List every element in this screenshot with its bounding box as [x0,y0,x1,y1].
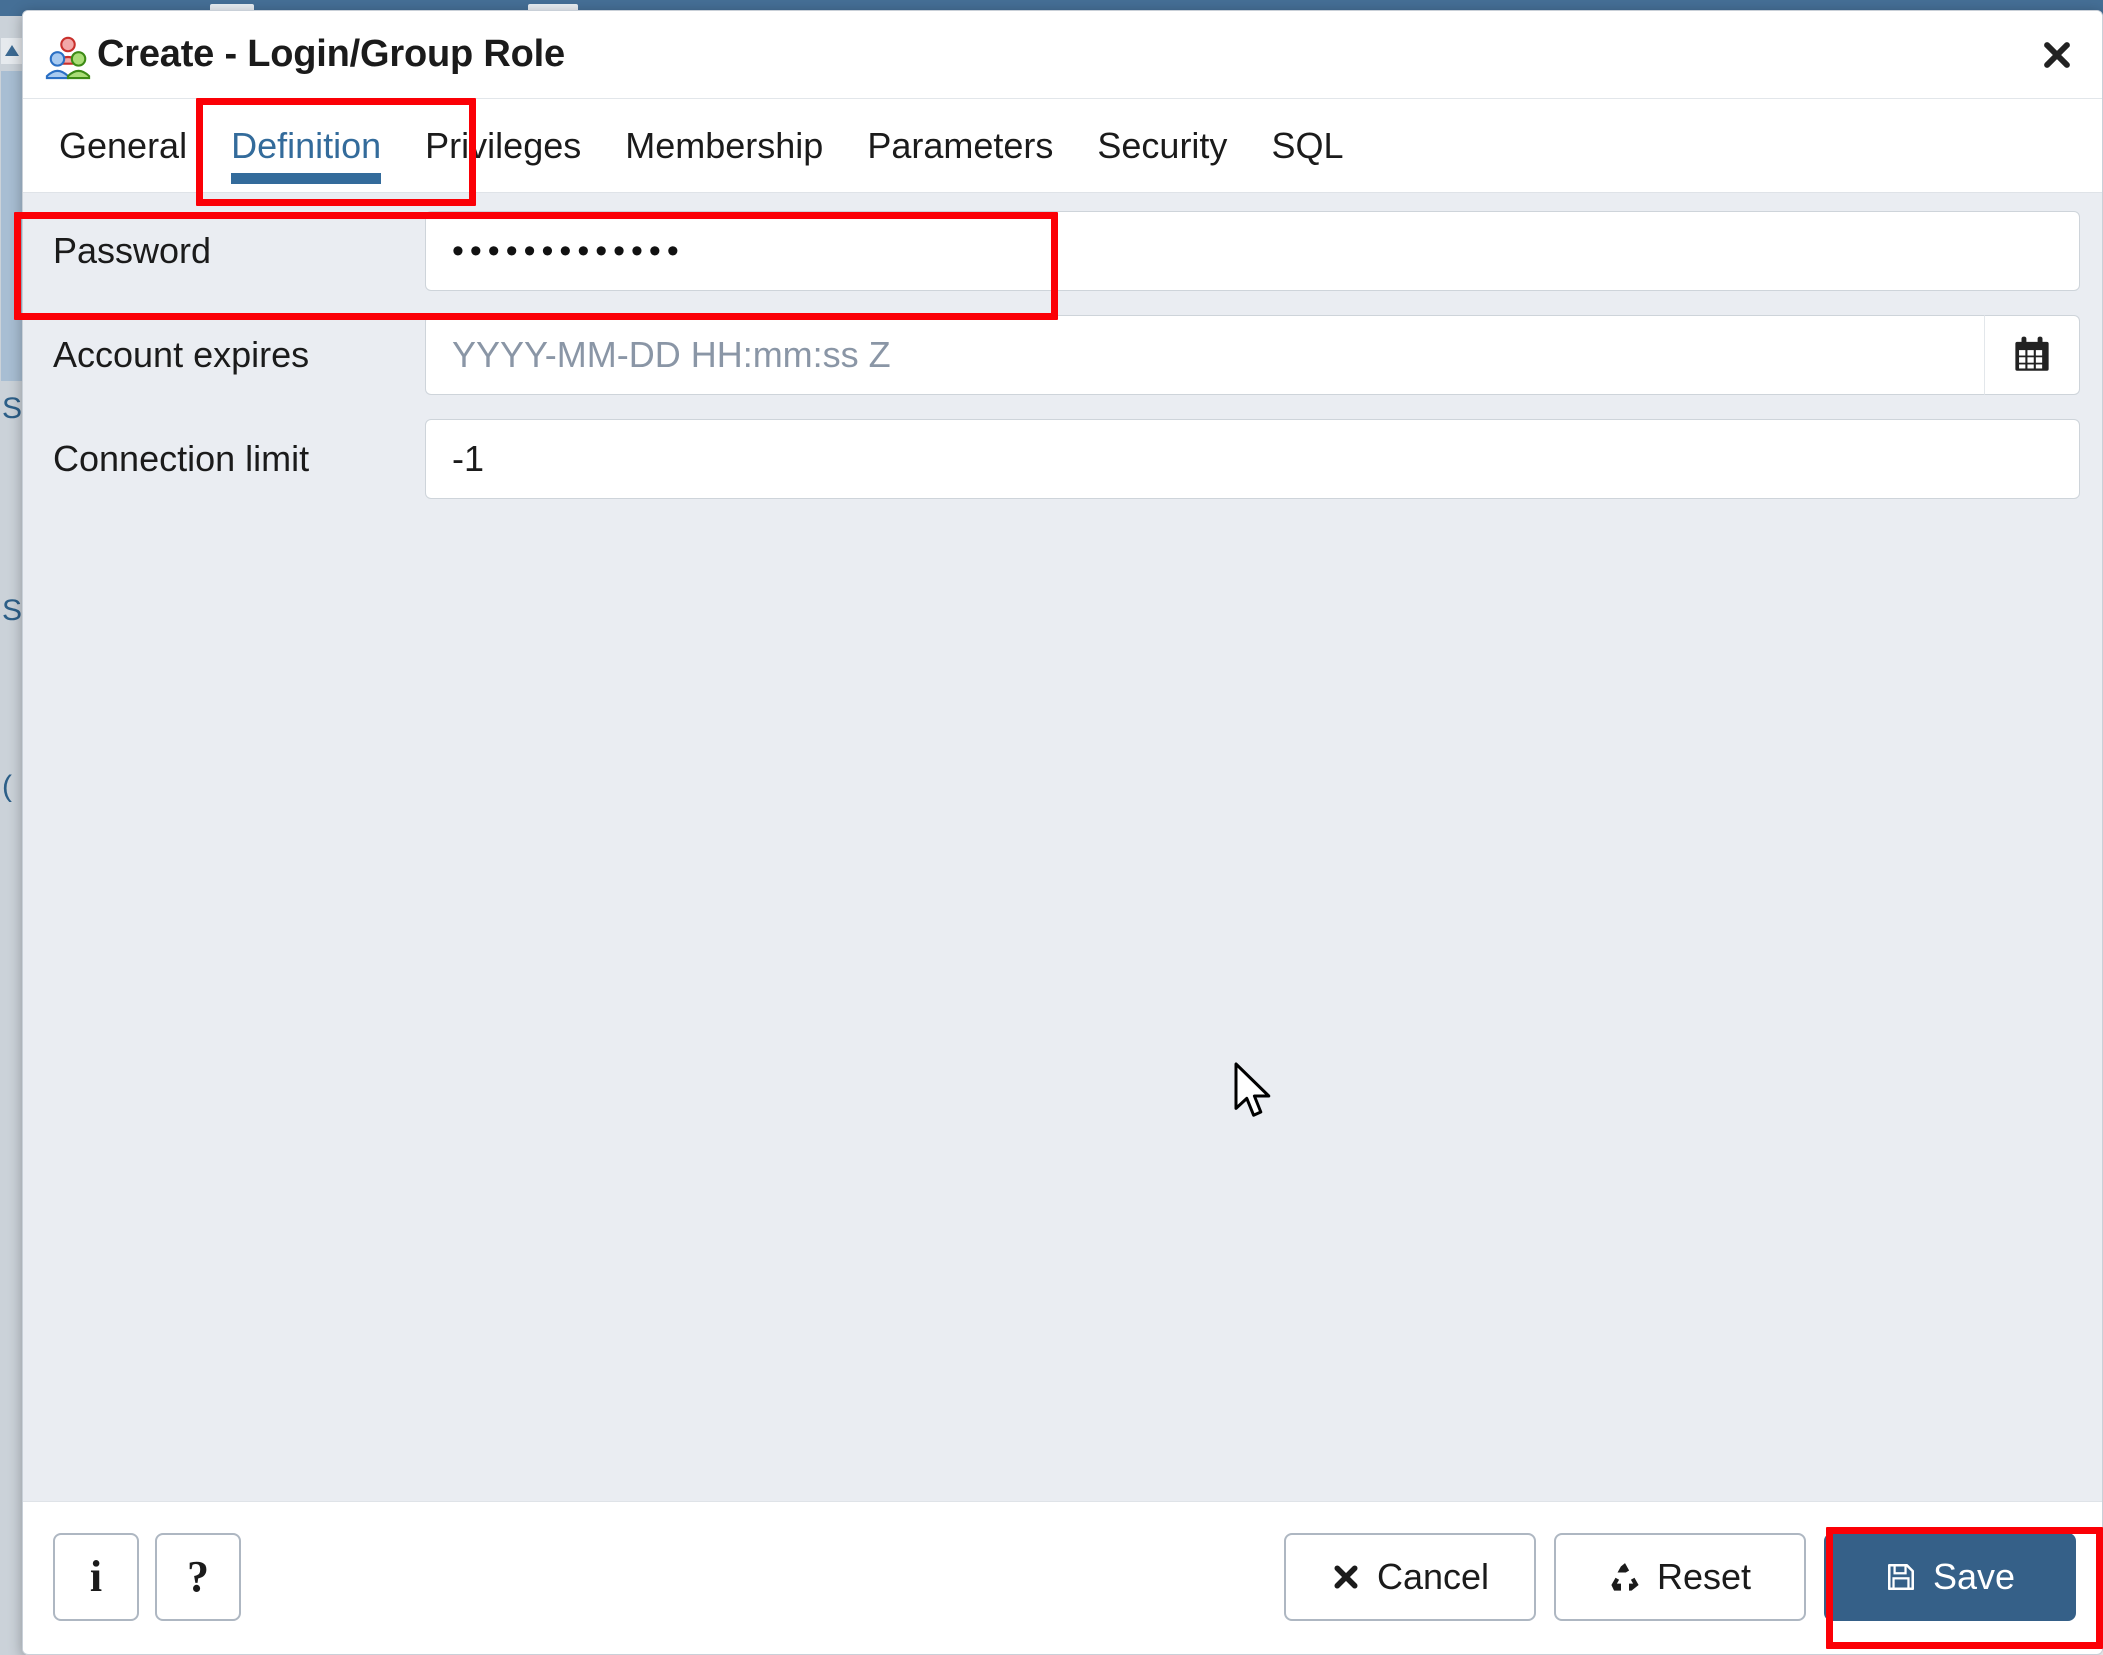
recycle-icon [1609,1561,1641,1593]
close-icon[interactable] [2034,32,2080,78]
cancel-button-label: Cancel [1376,1555,1490,1597]
calendar-icon[interactable] [1984,315,2080,395]
password-row: Password ••••••••••••• [23,203,2102,299]
tab-privileges[interactable]: Privileges [403,99,603,192]
login-group-role-icon [45,34,91,80]
tree-node-label: S [2,594,22,627]
account-expires-field-wrap [425,315,2102,395]
tab-membership[interactable]: Membership [603,99,845,192]
tree-node-label: ( [2,770,12,803]
tab-general[interactable]: General [51,99,209,192]
tab-security[interactable]: Security [1075,99,1249,192]
password-input[interactable]: ••••••••••••• [425,211,2080,291]
tab-definition[interactable]: Definition [209,99,403,192]
connection-limit-label: Connection limit [53,438,310,479]
account-expires-label: Account expires [53,334,310,375]
tree-node-label: S [2,392,22,425]
connection-limit-input[interactable] [425,419,2080,499]
scrollbar-thumb[interactable] [1,71,23,381]
password-label: Password [53,230,212,271]
reset-button[interactable]: Reset [1554,1532,1806,1621]
create-login-group-role-dialog: Create - Login/Group Role General Defini… [22,10,2103,1655]
tab-parameters[interactable]: Parameters [845,99,1075,192]
info-button[interactable]: i [53,1532,139,1621]
dialog-tabs: General Definition Privileges Membership… [23,99,2102,193]
reset-button-label: Reset [1656,1555,1752,1597]
password-field-wrap: ••••••••••••• [425,211,2102,291]
save-button-label: Save [1932,1555,2016,1597]
floppy-disk-icon [1885,1561,1917,1593]
dialog-title-bar: Create - Login/Group Role [23,11,2102,99]
connection-limit-field-wrap [425,419,2102,499]
x-icon [1331,1562,1361,1592]
scroll-up-arrow-icon[interactable] [1,38,23,64]
cancel-button[interactable]: Cancel [1284,1532,1536,1621]
account-expires-row: Account expires [23,307,2102,403]
footer-right-group: Cancel Reset Save [1284,1532,2076,1621]
account-expires-input[interactable] [425,315,1984,395]
footer-left-group: i ? [53,1532,241,1621]
connection-limit-row: Connection limit [23,411,2102,507]
dialog-footer: i ? Cancel Reset Save [23,1501,2102,1651]
dialog-title: Create - Login/Group Role [97,33,565,75]
tab-sql[interactable]: SQL [1249,99,1365,192]
definition-tab-panel: Password ••••••••••••• Account expires Y… [23,193,2102,1501]
help-button[interactable]: ? [155,1532,241,1621]
save-button[interactable]: Save [1824,1532,2076,1621]
